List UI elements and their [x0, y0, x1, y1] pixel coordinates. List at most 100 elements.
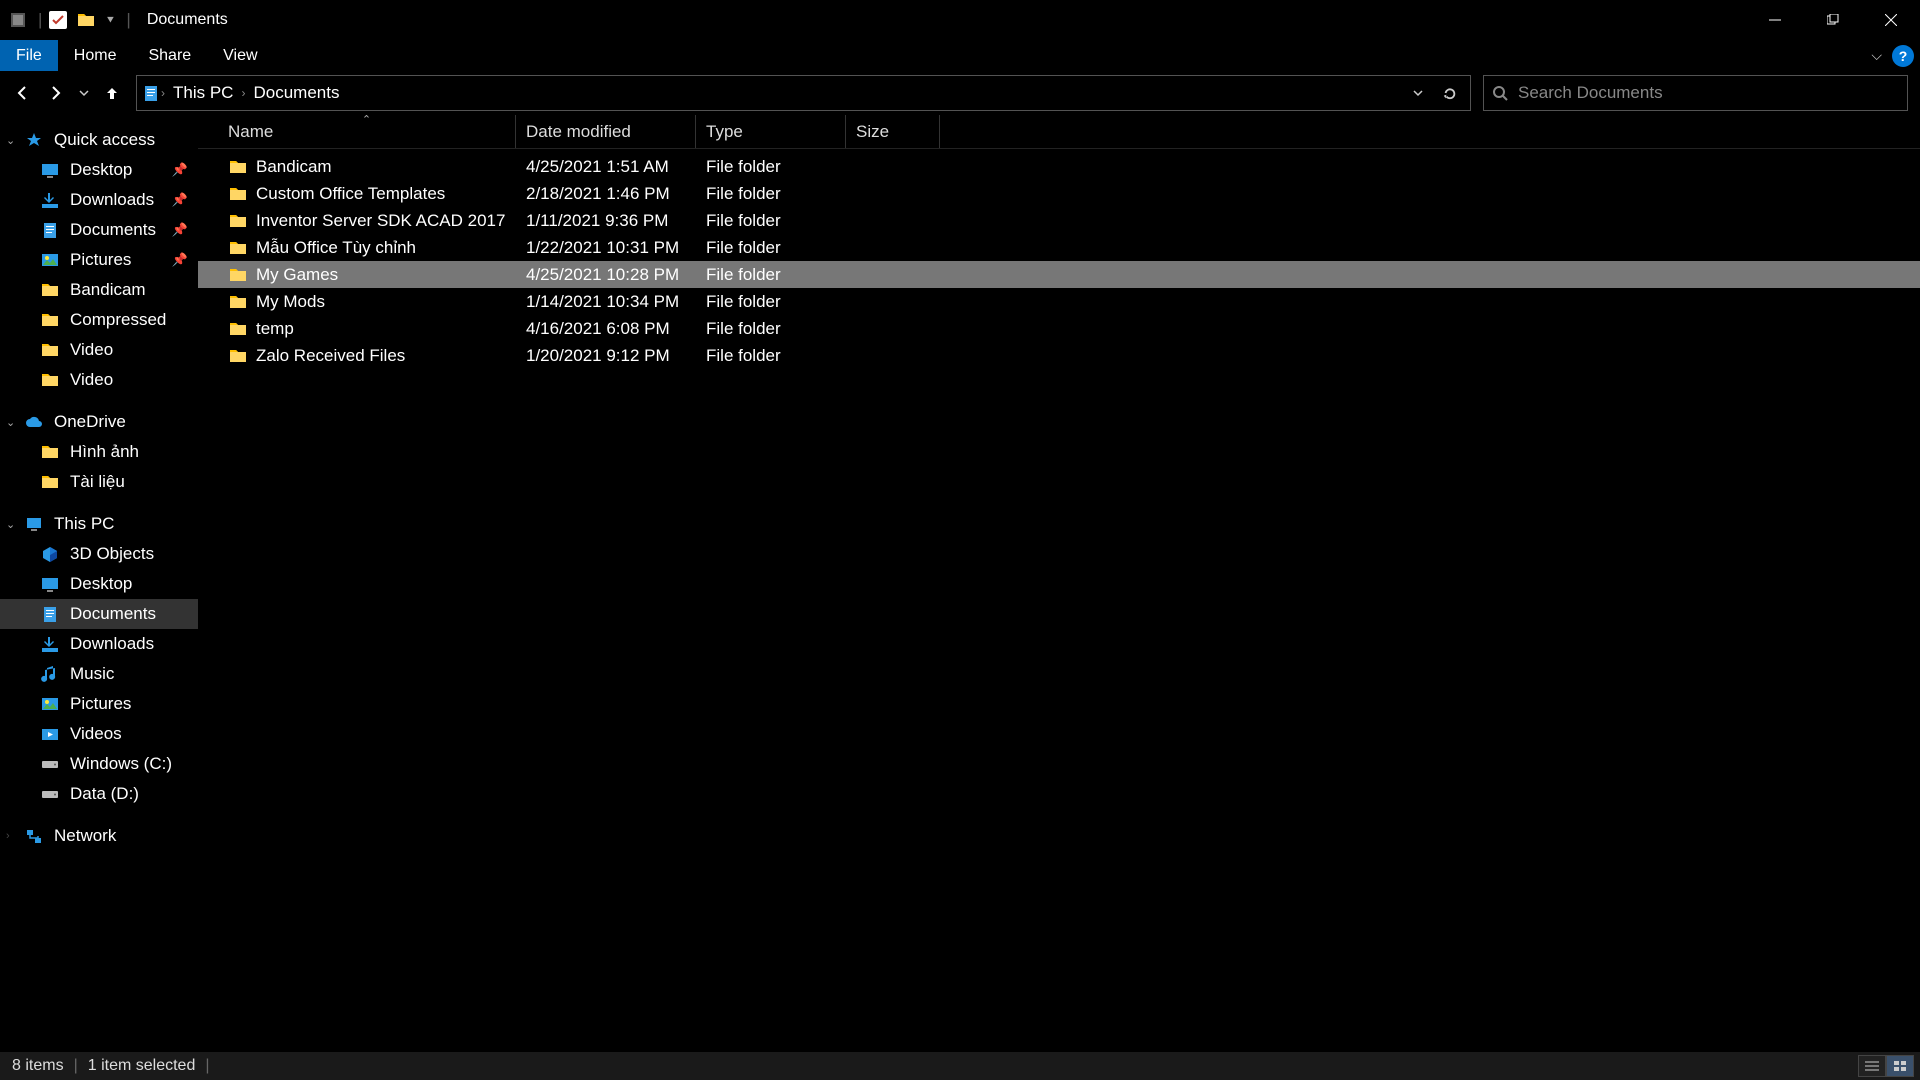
pictures-icon: [40, 694, 60, 714]
sidebar-item-bandicam[interactable]: Bandicam: [0, 275, 198, 305]
sidebar-item-label: Videos: [70, 724, 122, 744]
file-type: File folder: [696, 238, 846, 258]
expand-icon[interactable]: ⌄: [6, 134, 15, 147]
address-bar[interactable]: › This PC › Documents: [136, 75, 1471, 111]
file-row-custom-office-templates[interactable]: Custom Office Templates 2/18/2021 1:46 P…: [198, 180, 1920, 207]
column-date[interactable]: Date modified: [516, 115, 696, 148]
up-button[interactable]: [96, 75, 128, 111]
sidebar-item-label: Pictures: [70, 694, 131, 714]
file-row-m-u-office-t-y-ch-nh[interactable]: Mẫu Office Tùy chỉnh 1/22/2021 10:31 PM …: [198, 234, 1920, 261]
sidebar-item-windows-c-[interactable]: Windows (C:): [0, 749, 198, 779]
window-title: Documents: [147, 11, 228, 29]
search-box[interactable]: [1483, 75, 1908, 111]
sidebar-label: Quick access: [54, 130, 155, 150]
breadcrumb-documents[interactable]: Documents: [245, 79, 347, 107]
sidebar-network[interactable]: › Network: [0, 821, 198, 851]
sidebar-item-label: Tài liệu: [70, 472, 125, 492]
column-size[interactable]: Size: [846, 115, 940, 148]
sidebar-item-3d-objects[interactable]: 3D Objects: [0, 539, 198, 569]
sidebar-item-label: Downloads: [70, 190, 154, 210]
folder-icon: [40, 472, 60, 492]
view-thumbnails-button[interactable]: [1886, 1055, 1914, 1077]
file-row-zalo-received-files[interactable]: Zalo Received Files 1/20/2021 9:12 PM Fi…: [198, 342, 1920, 369]
sidebar-item-desktop[interactable]: Desktop📌: [0, 155, 198, 185]
drive-icon: [40, 754, 60, 774]
file-date: 1/20/2021 9:12 PM: [516, 346, 696, 366]
status-item-count: 8 items: [12, 1057, 64, 1075]
sidebar-item-label: Desktop: [70, 574, 132, 594]
file-row-temp[interactable]: temp 4/16/2021 6:08 PM File folder: [198, 315, 1920, 342]
expand-icon[interactable]: ⌄: [6, 416, 15, 429]
tab-share[interactable]: Share: [132, 40, 207, 71]
tab-view[interactable]: View: [207, 40, 273, 71]
sidebar-item-label: Hình ảnh: [70, 442, 139, 462]
sidebar-item-documents[interactable]: Documents: [0, 599, 198, 629]
sidebar-item-data-d-[interactable]: Data (D:): [0, 779, 198, 809]
sidebar-item-videos[interactable]: Videos: [0, 719, 198, 749]
file-row-bandicam[interactable]: Bandicam 4/25/2021 1:51 AM File folder: [198, 153, 1920, 180]
navigation-bar: › This PC › Documents: [0, 71, 1920, 115]
sidebar-label: This PC: [54, 514, 114, 534]
sidebar-onedrive[interactable]: ⌄ OneDrive: [0, 407, 198, 437]
forward-button[interactable]: [40, 75, 72, 111]
navigation-pane[interactable]: ⌄ Quick access Desktop📌 Downloads📌 Docum…: [0, 115, 198, 1052]
sidebar-item-pictures[interactable]: Pictures: [0, 689, 198, 719]
back-button[interactable]: [6, 75, 38, 111]
close-button[interactable]: [1862, 0, 1920, 40]
sidebar-quick-access[interactable]: ⌄ Quick access: [0, 125, 198, 155]
refresh-button[interactable]: [1434, 76, 1466, 110]
expand-icon[interactable]: ›: [6, 830, 10, 842]
sidebar-this-pc[interactable]: ⌄ This PC: [0, 509, 198, 539]
file-type: File folder: [696, 265, 846, 285]
help-button[interactable]: ?: [1892, 45, 1914, 67]
expand-icon[interactable]: ⌄: [6, 518, 15, 531]
location-icon: [141, 83, 161, 103]
sidebar-item-pictures[interactable]: Pictures📌: [0, 245, 198, 275]
search-icon: [1490, 83, 1510, 103]
file-rows[interactable]: Bandicam 4/25/2021 1:51 AM File folder C…: [198, 149, 1920, 1052]
file-row-inventor-server-sdk-acad-2017[interactable]: Inventor Server SDK ACAD 2017 1/11/2021 …: [198, 207, 1920, 234]
tab-file[interactable]: File: [0, 40, 58, 71]
qat-customize-dropdown[interactable]: ⯆: [102, 8, 118, 32]
minimize-button[interactable]: [1746, 0, 1804, 40]
file-type: File folder: [696, 346, 846, 366]
file-type: File folder: [696, 184, 846, 204]
qat-folder-icon[interactable]: [74, 8, 98, 32]
network-icon: [24, 826, 44, 846]
separator: |: [38, 10, 42, 30]
file-row-my-games[interactable]: My Games 4/25/2021 10:28 PM File folder: [198, 261, 1920, 288]
sidebar-item-downloads[interactable]: Downloads📌: [0, 185, 198, 215]
title-bar: | ⯆ | Documents: [0, 0, 1920, 40]
sidebar-item-t-i-li-u[interactable]: Tài liệu: [0, 467, 198, 497]
column-name[interactable]: Name⌃: [218, 115, 516, 148]
sidebar-item-music[interactable]: Music: [0, 659, 198, 689]
breadcrumb-this-pc[interactable]: This PC: [165, 79, 241, 107]
address-history-dropdown[interactable]: [1402, 76, 1434, 110]
ribbon-expand-icon[interactable]: ⌵: [1871, 47, 1882, 64]
recent-dropdown[interactable]: [74, 75, 94, 111]
folder-icon: [40, 370, 60, 390]
sidebar-item-downloads[interactable]: Downloads: [0, 629, 198, 659]
maximize-button[interactable]: [1804, 0, 1862, 40]
view-details-button[interactable]: [1858, 1055, 1886, 1077]
search-input[interactable]: [1518, 83, 1901, 103]
file-date: 1/11/2021 9:36 PM: [516, 211, 696, 231]
file-name: Inventor Server SDK ACAD 2017: [256, 211, 505, 231]
file-row-my-mods[interactable]: My Mods 1/14/2021 10:34 PM File folder: [198, 288, 1920, 315]
sidebar-item-video[interactable]: Video: [0, 365, 198, 395]
pc-icon: [24, 514, 44, 534]
sidebar-item-desktop[interactable]: Desktop: [0, 569, 198, 599]
sidebar-item-video[interactable]: Video: [0, 335, 198, 365]
qat-properties-icon[interactable]: [46, 8, 70, 32]
sidebar-item-label: Music: [70, 664, 114, 684]
separator: |: [126, 10, 130, 30]
sidebar-item-compressed[interactable]: Compressed: [0, 305, 198, 335]
sidebar-item-label: 3D Objects: [70, 544, 154, 564]
folder-icon: [228, 346, 248, 366]
sidebar-item-h-nh-nh[interactable]: Hình ảnh: [0, 437, 198, 467]
sidebar-item-documents[interactable]: Documents📌: [0, 215, 198, 245]
sidebar-item-label: Bandicam: [70, 280, 146, 300]
tab-home[interactable]: Home: [58, 40, 133, 71]
column-type[interactable]: Type: [696, 115, 846, 148]
sidebar-item-label: Video: [70, 370, 113, 390]
